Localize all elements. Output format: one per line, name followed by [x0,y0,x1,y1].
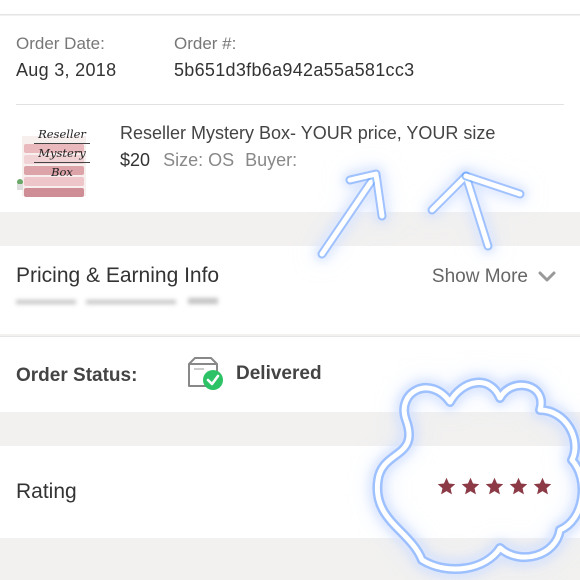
thumbnail-caption-line-2: Mystery [34,143,90,163]
hidden-earnings-text [16,298,218,304]
divider [16,104,564,105]
item-buyer: Buyer: [245,150,298,170]
order-status-value: Delivered [236,363,322,384]
rating-stars [436,476,553,497]
star-icon [437,477,456,495]
top-strip [0,0,580,15]
order-status-section: Order Status: Delivered [0,336,580,412]
order-status-label: Order Status: [16,365,138,386]
thumbnail-caption-line-1: Reseller [38,127,86,141]
rating-title: Rating [16,480,77,503]
star-icon [461,477,480,495]
star-icon [533,477,552,495]
star-icon [485,477,504,495]
show-more-label: Show More [431,266,528,287]
item-thumbnail[interactable]: Reseller Mystery Box [16,122,92,198]
order-number-label: Order #: [174,34,237,53]
thumbnail-caption: Reseller Mystery Box [34,125,90,181]
order-number: Order #: 5b651d3fb6a942a55a581cc3 [174,34,415,81]
show-more-button[interactable]: Show More [432,266,556,288]
item-size: Size: OS [163,150,235,170]
order-card: Order Date: Aug 3, 2018 Order #: 5b651d3… [0,16,580,212]
chevron-down-icon [538,271,556,282]
package-delivered-icon [188,357,223,390]
item-title[interactable]: Reseller Mystery Box- YOUR price, YOUR s… [120,123,495,144]
item-details: $20 Size: OS Buyer: [120,150,297,171]
rating-section: Rating [0,446,580,538]
pricing-section: Pricing & Earning Info Show More [0,246,580,334]
pricing-title: Pricing & Earning Info [16,264,220,287]
thumbnail-caption-line-3: Box [51,165,73,179]
item-price: $20 [120,150,151,170]
order-number-value: 5b651d3fb6a942a55a581cc3 [174,60,415,80]
star-icon [509,477,528,495]
